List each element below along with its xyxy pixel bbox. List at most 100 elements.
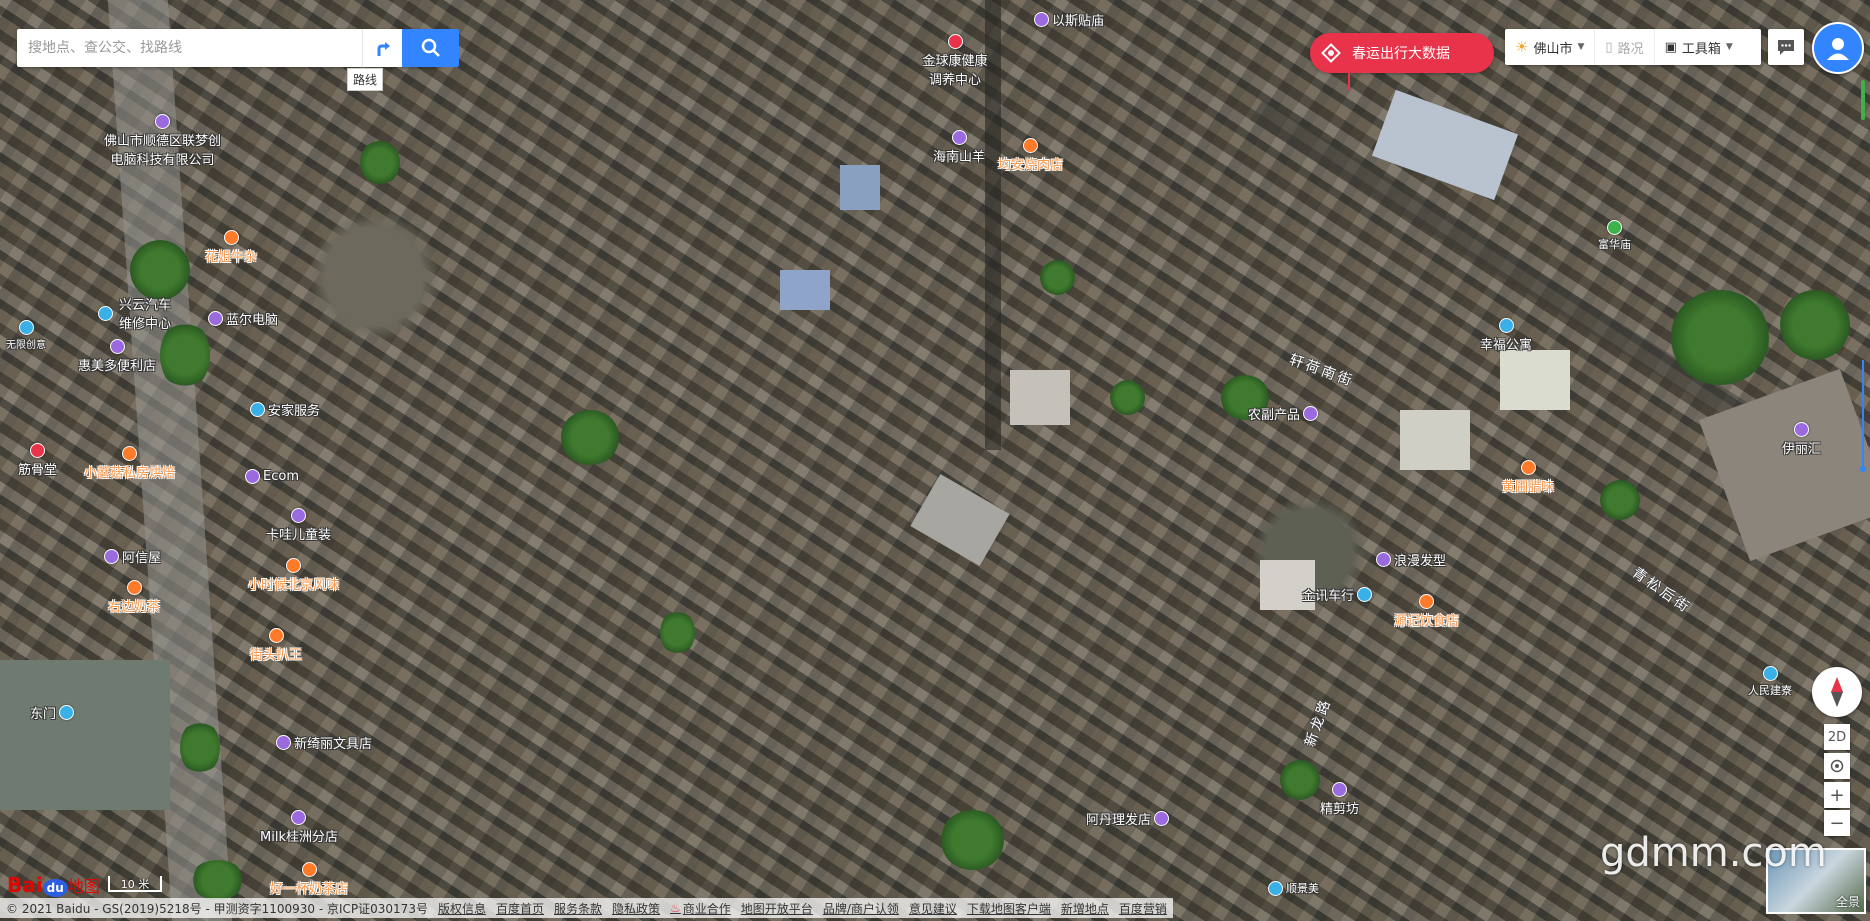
food-icon — [268, 628, 284, 643]
footer-bar: © 2021 Baidu - GS(2019)5218号 - 甲测资字11009… — [0, 898, 1173, 918]
poi-laner-computer[interactable]: 蓝尔电脑 — [208, 309, 278, 328]
service-icon — [1268, 880, 1283, 896]
food-icon — [1023, 138, 1038, 153]
footer-link-terms[interactable]: 服务条款 — [554, 900, 602, 917]
baidu-map-logo[interactable]: Bai du 地图 — [7, 873, 100, 897]
poi-milk-guizhou[interactable]: Milk桂洲分店 — [260, 810, 338, 845]
message-button[interactable] — [1768, 29, 1804, 65]
footer-link-open-platform[interactable]: 地图开放平台 — [741, 900, 813, 917]
poi-lianmengchuang[interactable]: 佛山市顺德区联梦创电脑科技有限公司 — [100, 114, 225, 168]
poi-jinqiukang[interactable]: 金球康健康调养中心 — [920, 34, 990, 88]
poi-hainan-goat[interactable]: 海南山羊 — [933, 130, 985, 165]
locate-button[interactable] — [1824, 753, 1850, 779]
spring-travel-banner[interactable]: 春运出行大数据 — [1310, 33, 1494, 73]
poi-xiaomogu-bakery[interactable]: 小蘑菇私房烘焙 — [84, 446, 175, 481]
poi-youbian-milktea[interactable]: 右边奶茶 — [108, 580, 160, 615]
sun-icon: ☀ — [1515, 38, 1529, 56]
route-tooltip: 路线 — [347, 68, 384, 91]
poi-fuhua-temple[interactable]: 富华庙 — [1598, 220, 1631, 252]
2d-toggle-button[interactable]: 2D — [1824, 724, 1850, 750]
tree — [360, 140, 400, 185]
footer-link-feedback[interactable]: 意见建议 — [909, 900, 957, 917]
toolbox-menu[interactable]: ▣ 工具箱 ▼ — [1655, 29, 1743, 65]
bike-icon — [1357, 587, 1373, 602]
tree — [1280, 760, 1320, 800]
city-selector[interactable]: ☀ 佛山市 ▼ — [1505, 29, 1596, 65]
poi-wuxian-chuangyi[interactable]: 无限创意 — [6, 320, 46, 351]
apartment-icon — [1498, 318, 1514, 333]
search-input[interactable] — [17, 29, 359, 67]
zoom-in-button[interactable]: + — [1824, 782, 1850, 808]
shop-icon — [1154, 811, 1170, 826]
poi-jingutang[interactable]: 筋骨堂 — [18, 443, 57, 478]
banner-tassel — [1348, 72, 1350, 90]
chinese-knot-icon — [1310, 33, 1352, 73]
roof-bright — [1010, 370, 1070, 425]
user-avatar[interactable] — [1812, 22, 1864, 74]
roof-blue — [840, 165, 880, 210]
shop-icon — [104, 549, 119, 564]
footer-link-privacy[interactable]: 隐私政策 — [612, 900, 660, 917]
locate-icon — [1830, 759, 1844, 773]
poi-jietou-bawang[interactable]: 街头扒王 — [250, 628, 302, 663]
footer-link-business[interactable]: ♨ 商业合作 — [670, 900, 731, 917]
footer-link-download[interactable]: 下载地图客户端 — [967, 900, 1051, 917]
search-icon — [421, 38, 440, 57]
tree — [1600, 480, 1640, 520]
poi-ecom[interactable]: Ecom — [245, 469, 299, 484]
poi-huajie-beef[interactable]: 花姐牛杂 — [205, 230, 257, 265]
footer-link-marketing[interactable]: 百度营销 — [1119, 900, 1167, 917]
fire-icon: ♨ — [670, 901, 681, 915]
shop-icon — [291, 508, 306, 523]
poi-xinqili-stationery[interactable]: 新绮丽文具店 — [276, 733, 372, 752]
poi-yisitie-temple[interactable]: 以斯贴庙 — [1034, 10, 1104, 29]
poi-junan-roast[interactable]: 均安烧肉店 — [998, 138, 1063, 173]
poi-xingfu-apartment[interactable]: 幸福公寓 — [1480, 318, 1532, 353]
poi-adan-barber[interactable]: 阿丹理发店 — [1086, 809, 1170, 828]
route-button[interactable] — [362, 29, 403, 67]
poi-renmin-jianliao[interactable]: 人民建寮 — [1748, 666, 1792, 698]
compass-button[interactable] — [1812, 667, 1862, 717]
shop-icon — [291, 810, 307, 825]
poi-jingjianfang[interactable]: 精剪坊 — [1320, 782, 1359, 817]
traffic-light-icon: ▯ — [1605, 39, 1613, 55]
poi-haoyibei-milktea[interactable]: 好一杯奶茶店 — [270, 862, 348, 897]
search-button[interactable] — [402, 29, 459, 67]
tree — [1780, 290, 1850, 360]
poi-anjia-service[interactable]: 安家服务 — [250, 400, 320, 419]
panorama-label: 全景 — [1835, 895, 1860, 909]
shop-icon — [245, 469, 260, 484]
poi-xingyun-auto[interactable]: 兴云汽车维修中心 — [98, 294, 174, 332]
poi-nongfu-products[interactable]: 农副产品 — [1248, 404, 1319, 423]
zoom-handle[interactable] — [1860, 466, 1866, 472]
footer-link-add-place[interactable]: 新增地点 — [1061, 900, 1109, 917]
tree — [560, 410, 620, 465]
poi-dongmen[interactable]: 东门 — [30, 703, 75, 722]
shop-icon — [276, 735, 291, 750]
park-icon — [1607, 220, 1622, 235]
footer-link-merchant[interactable]: 品牌/商户认领 — [823, 900, 899, 917]
footer-link-copyright[interactable]: 版权信息 — [438, 900, 486, 917]
poi-kawa-kids[interactable]: 卡哇儿童装 — [266, 508, 331, 543]
shop-icon — [208, 311, 223, 326]
tree — [180, 720, 220, 775]
poi-huangpu-lawei[interactable]: 黄圃腊味 — [1502, 460, 1554, 495]
car-service-icon — [98, 305, 113, 321]
footer-link-home[interactable]: 百度首页 — [496, 900, 544, 917]
copyright-text: © 2021 Baidu - GS(2019)5218号 - 甲测资字11009… — [6, 901, 428, 916]
poi-shunjingmei[interactable]: 顺景美 — [1268, 880, 1319, 896]
service-icon — [18, 320, 34, 335]
traffic-toggle[interactable]: ▯ 路况 — [1595, 29, 1655, 65]
poi-langman-hair[interactable]: 浪漫发型 — [1376, 550, 1446, 569]
poi-yilihui[interactable]: 伊丽汇 — [1782, 422, 1821, 457]
roof-blue — [780, 270, 830, 310]
poi-yuanji-food[interactable]: 源记饮食店 — [1394, 594, 1459, 629]
poi-xiaoshihou-beijing[interactable]: 小时候北京风味 — [248, 558, 339, 593]
tree — [660, 610, 695, 655]
poi-huimeiduo[interactable]: 惠美多便利店 — [78, 339, 156, 374]
poi-jinxun-bike[interactable]: 金讯车行 — [1302, 585, 1373, 604]
zoom-out-button[interactable]: − — [1824, 810, 1850, 836]
zoom-level-track[interactable] — [1860, 80, 1866, 480]
tree — [1110, 380, 1145, 415]
poi-axinwu[interactable]: 阿信屋 — [104, 547, 161, 566]
